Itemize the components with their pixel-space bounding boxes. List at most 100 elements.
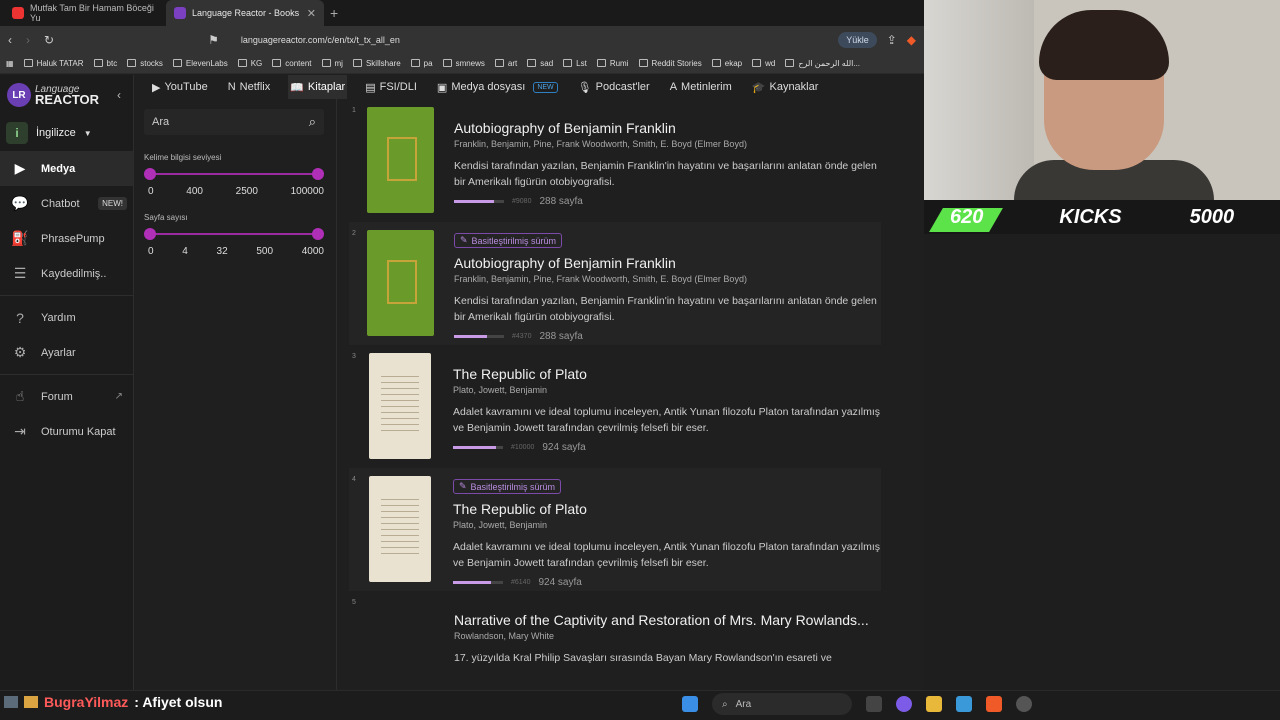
tab-resources[interactable]: 🎓 Kaynaklar bbox=[750, 75, 821, 99]
bookmark-item[interactable]: art bbox=[494, 59, 517, 68]
bookmark-item[interactable]: pa bbox=[410, 59, 433, 68]
bookmark-item[interactable]: btc bbox=[93, 59, 117, 68]
book-title[interactable]: Autobiography of Benjamin Franklin bbox=[454, 120, 881, 136]
sidebar-item-medya[interactable]: ▶ Medya bbox=[0, 151, 133, 186]
apps-icon[interactable]: ▦ bbox=[6, 59, 14, 68]
bookmark-item[interactable]: stocks bbox=[127, 59, 163, 68]
search-input[interactable]: Ara ⌕ bbox=[144, 109, 324, 135]
bookmark-item[interactable]: ekap bbox=[711, 59, 742, 68]
bookmark-item[interactable]: Skillshare bbox=[352, 59, 401, 68]
chat-overlay: BugraYilmaz : Afiyet olsun bbox=[4, 694, 222, 710]
book-list-item[interactable]: 4 ✎ Basitleştirilmiş sürüm The Republic of … bbox=[349, 468, 881, 591]
book-description: Kendisi tarafından yazılan, Benjamin Fra… bbox=[454, 295, 877, 323]
bookmark-item[interactable]: Rumi bbox=[596, 59, 629, 68]
book-cover[interactable] bbox=[367, 230, 434, 336]
share-icon[interactable]: ⇪ bbox=[887, 33, 897, 47]
reload-icon[interactable]: ↻ bbox=[44, 33, 54, 47]
sidebar-item-chatbot[interactable]: 💬 Chatbot NEW! bbox=[0, 186, 133, 221]
snipping-tool-icon[interactable] bbox=[956, 696, 972, 712]
bookmark-icon bbox=[596, 59, 606, 67]
book-rank: #6140 bbox=[511, 579, 531, 586]
tab-media-file[interactable]: ▣ Medya dosyası NEW bbox=[435, 75, 560, 99]
book-title[interactable]: Autobiography of Benjamin Franklin bbox=[454, 255, 881, 271]
bookmark-item[interactable]: sad bbox=[527, 59, 553, 68]
file-explorer-icon[interactable] bbox=[926, 696, 942, 712]
book-cover[interactable] bbox=[369, 476, 431, 582]
sidebar-item-logout[interactable]: ⇥ Oturumu Kapat bbox=[0, 414, 133, 449]
search-icon[interactable]: ⌕ bbox=[309, 114, 316, 130]
task-view-icon[interactable] bbox=[866, 696, 882, 712]
url-field[interactable]: languagereactor.com/c/en/tx/t_tx_all_en bbox=[241, 35, 400, 45]
back-icon[interactable]: ‹ bbox=[8, 33, 12, 47]
level-ticks: 0 400 2500 100000 bbox=[144, 186, 324, 197]
book-cover[interactable] bbox=[369, 353, 431, 459]
bookmark-item[interactable]: Haluk TATAR bbox=[23, 59, 84, 68]
bookmark-item[interactable]: ElevenLabs bbox=[172, 59, 228, 68]
brave-browser-icon[interactable] bbox=[986, 696, 1002, 712]
folder-icon bbox=[23, 59, 33, 67]
sidebar-item-label: Ayarlar bbox=[41, 346, 76, 359]
book-list-item[interactable]: 2 ✎ Basitleştirilmiş sürüm Autobiography of… bbox=[349, 222, 881, 345]
bookmark-item[interactable]: mj bbox=[321, 59, 343, 68]
book-cover[interactable] bbox=[367, 107, 434, 213]
external-link-icon: ↗ bbox=[114, 391, 123, 402]
slider-handle-min[interactable] bbox=[144, 228, 156, 240]
book-list-item[interactable]: 3 The Republic of Plato Plato, Jowett, Ben… bbox=[349, 345, 881, 468]
bookmark-item[interactable]: KG bbox=[237, 59, 262, 68]
sidebar-item-forum[interactable]: ☝ Forum ↗ bbox=[0, 379, 133, 414]
copilot-icon[interactable] bbox=[896, 696, 912, 712]
browser-tab-language-reactor[interactable]: Language Reactor - Books ✕ bbox=[166, 0, 324, 26]
tab-my-texts[interactable]: A Metinlerim bbox=[668, 75, 734, 99]
sidebar-item-saved[interactable]: ☰ Kaydedilmiş.. bbox=[0, 256, 133, 291]
tab-netflix[interactable]: N Netflix bbox=[226, 75, 273, 99]
book-number: 4 bbox=[352, 476, 356, 483]
collapse-sidebar-icon[interactable]: ‹ bbox=[117, 88, 121, 102]
bookmark-item[interactable]: smnews bbox=[442, 59, 485, 68]
bookmark-item[interactable]: Reddit Stories bbox=[638, 59, 702, 68]
gear-icon: ⚙ bbox=[13, 344, 27, 360]
book-title[interactable]: The Republic of Plato bbox=[453, 501, 881, 517]
slider-handle-max[interactable] bbox=[312, 228, 324, 240]
forward-icon[interactable]: › bbox=[26, 33, 30, 47]
tab-podcasts[interactable]: 🎙 Podcast'ler bbox=[576, 75, 652, 99]
chat-icon: 💬 bbox=[11, 195, 29, 211]
difficulty-bar bbox=[453, 581, 503, 584]
windows-start-icon[interactable] bbox=[682, 696, 698, 712]
obs-icon[interactable] bbox=[1016, 696, 1032, 712]
sidebar-item-help[interactable]: ? Yardım bbox=[0, 300, 133, 335]
language-selector[interactable]: i İngilizce ▼ bbox=[0, 115, 133, 151]
upload-button[interactable]: Yükle bbox=[838, 31, 877, 48]
folder-icon bbox=[494, 59, 504, 67]
sidebar-item-phrasepump[interactable]: ⛽ PhrasePump bbox=[0, 221, 133, 256]
bookmark-item[interactable]: Lst bbox=[563, 59, 587, 68]
sidebar-item-settings[interactable]: ⚙ Ayarlar bbox=[0, 335, 133, 370]
close-tab-icon[interactable]: ✕ bbox=[307, 7, 316, 20]
language-reactor-app: LR Language REACTOR ‹ i İngilizce ▼ ▶ Me… bbox=[0, 75, 924, 714]
book-list-item[interactable]: 1 Autobiography of Benjamin Franklin Frank… bbox=[349, 99, 881, 222]
book-title[interactable]: The Republic of Plato bbox=[453, 366, 881, 382]
book-info: The Republic of Plato Plato, Jowett, Benj… bbox=[453, 353, 881, 468]
pages-filter-label: Sayfa sayısı bbox=[144, 213, 188, 222]
bookmark-icon[interactable]: ⚑ bbox=[208, 33, 219, 47]
slider-track bbox=[150, 233, 318, 235]
brave-icon[interactable]: ◆ bbox=[907, 33, 916, 47]
browser-tab-youtube[interactable]: Mutfak Tam Bir Hamam Böceği Yu bbox=[4, 0, 166, 26]
bookmark-item[interactable]: wd bbox=[752, 59, 775, 68]
book-authors: Franklin, Benjamin, Pine, Frank Woodwort… bbox=[454, 139, 747, 149]
slider-handle-min[interactable] bbox=[144, 168, 156, 180]
tab-youtube[interactable]: ▶ YouTube bbox=[150, 75, 210, 99]
slider-handle-max[interactable] bbox=[312, 168, 324, 180]
tab-books[interactable]: 📖 Kitaplar bbox=[288, 75, 348, 99]
pages-range-slider[interactable] bbox=[144, 228, 324, 240]
bookmark-icon bbox=[785, 59, 795, 67]
difficulty-bar bbox=[454, 200, 504, 203]
book-pages: 924 sayfa bbox=[538, 577, 582, 588]
bookmark-item[interactable]: الله الرحمن الرح... bbox=[785, 59, 860, 68]
book-title[interactable]: Narrative of the Captivity and Restorati… bbox=[454, 612, 881, 628]
taskbar-search[interactable]: ⌕ Ara bbox=[712, 693, 852, 715]
level-range-slider[interactable] bbox=[144, 168, 324, 180]
bookmark-item[interactable]: content bbox=[272, 59, 312, 68]
tab-fsi-dli[interactable]: ▤ FSI/DLI bbox=[363, 75, 419, 99]
tick-label: 0 bbox=[148, 186, 154, 197]
new-tab-button[interactable]: + bbox=[330, 5, 338, 21]
